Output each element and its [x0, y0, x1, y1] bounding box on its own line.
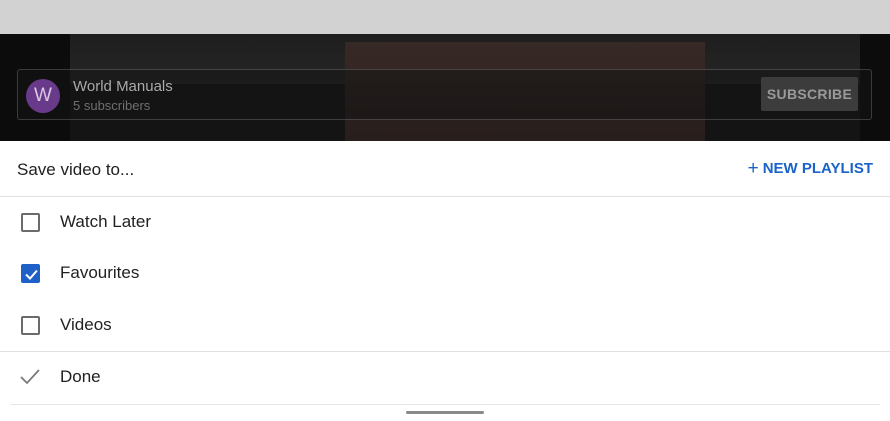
channel-card[interactable]: W World Manuals 5 subscribers SUBSCRIBE: [17, 69, 872, 120]
checkbox-watch-later[interactable]: [21, 213, 40, 232]
done-label: Done: [60, 367, 101, 386]
gesture-nav-handle[interactable]: [406, 411, 484, 414]
sheet-header: Save video to... + NEW PLAYLIST: [0, 141, 890, 197]
new-playlist-label: NEW PLAYLIST: [762, 160, 873, 177]
save-to-playlist-sheet: Save video to... + NEW PLAYLIST Watch La…: [0, 141, 890, 421]
video-player[interactable]: W World Manuals 5 subscribers SUBSCRIBE: [0, 34, 890, 141]
done-button[interactable]: Done: [0, 352, 890, 403]
checkbox-favourites[interactable]: [21, 264, 40, 283]
checkbox-videos[interactable]: [21, 316, 40, 335]
bottom-divider: [10, 404, 880, 405]
device-frame-top: [0, 0, 890, 34]
channel-avatar[interactable]: W: [26, 79, 60, 113]
playlist-label: Watch Later: [60, 212, 152, 231]
playlist-row-videos[interactable]: Videos: [0, 300, 890, 351]
check-icon: [25, 269, 38, 280]
channel-name[interactable]: World Manuals: [73, 78, 173, 95]
playlist-label: Videos: [60, 315, 112, 334]
done-check-icon: [20, 369, 40, 385]
new-playlist-button[interactable]: + NEW PLAYLIST: [747, 158, 873, 179]
playlist-label: Favourites: [60, 263, 140, 282]
playlist-row-favourites[interactable]: Favourites: [0, 248, 890, 299]
subscriber-count: 5 subscribers: [73, 98, 151, 113]
playlist-row-watch-later[interactable]: Watch Later: [0, 197, 890, 248]
subscribe-button[interactable]: SUBSCRIBE: [761, 77, 858, 111]
sheet-title: Save video to...: [17, 160, 135, 179]
plus-icon: +: [747, 158, 759, 179]
